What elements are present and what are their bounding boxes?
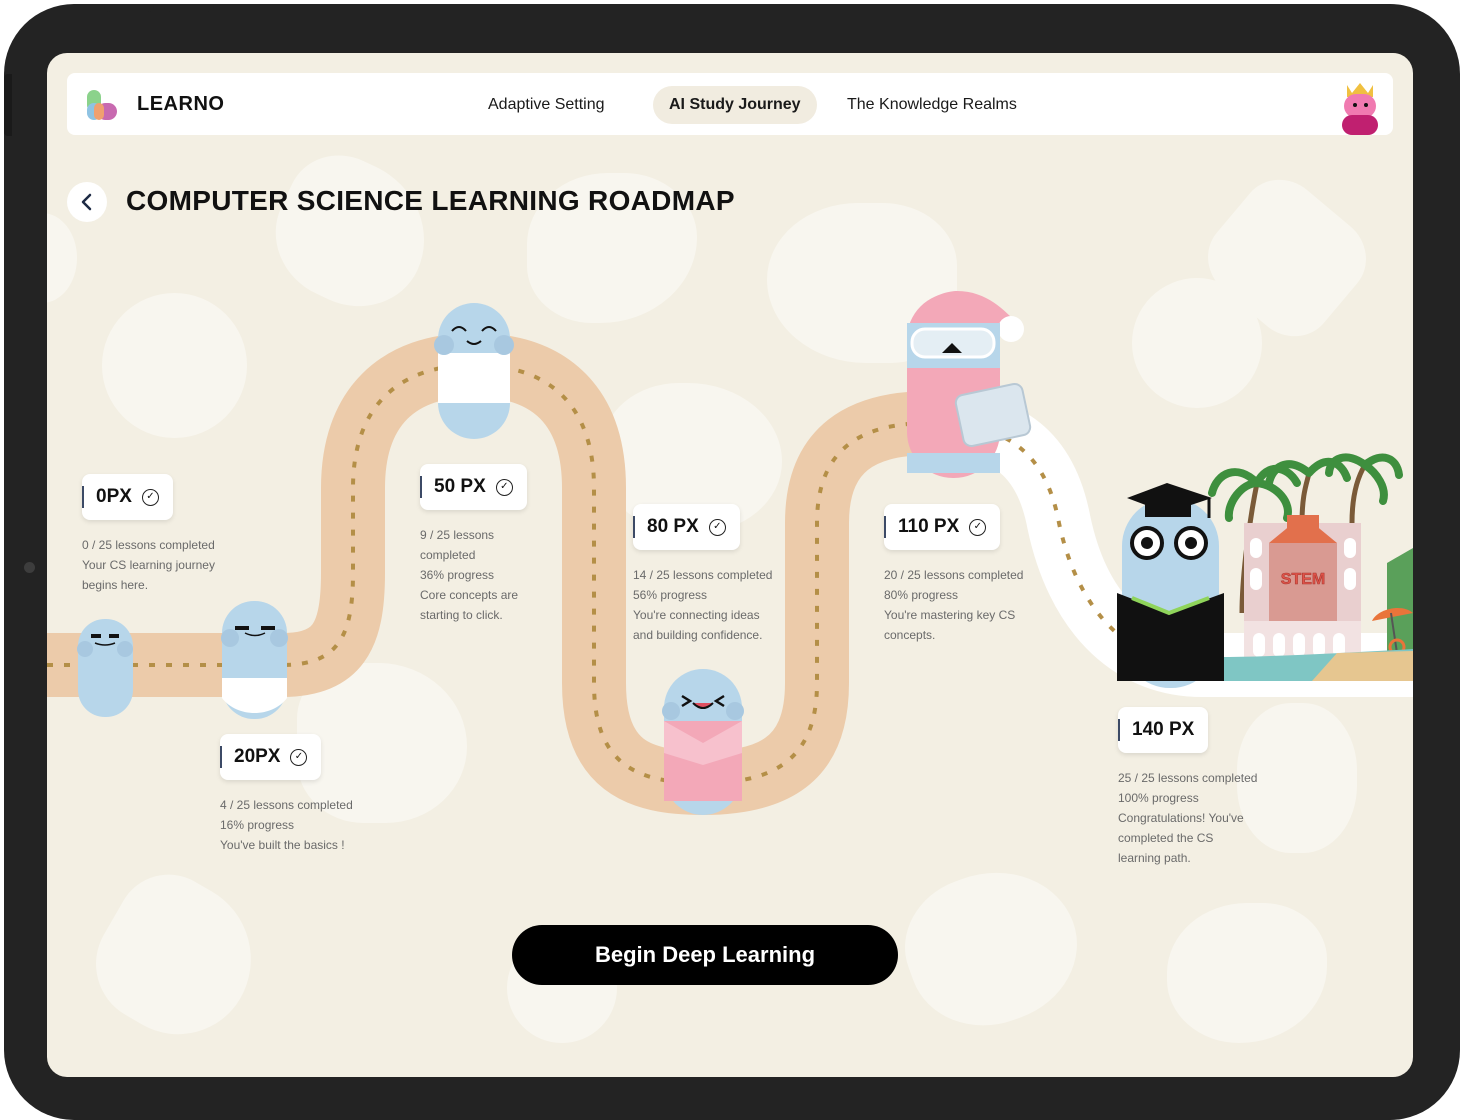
stage-description-5: 25 / 25 lessons completed 100% progress Co…: [1118, 771, 1258, 865]
camera-dot: [24, 562, 35, 573]
user-avatar[interactable]: [1339, 79, 1381, 135]
stage-description-4: 20 / 25 lessons completed 80% progress You…: [884, 568, 1024, 642]
character-stage-0: [77, 619, 133, 717]
svg-text:STEM: STEM: [1281, 571, 1325, 588]
brand-name: LEARNO: [137, 93, 225, 115]
stage-pill-2[interactable]: 50 PX ✓: [420, 464, 527, 510]
tab-knowledge-realms[interactable]: The Knowledge Realms: [831, 86, 1033, 124]
back-button[interactable]: [67, 182, 107, 222]
check-circle-icon: ✓: [495, 478, 513, 496]
side-button: [4, 74, 12, 136]
stage-description-3: 14 / 25 lessons completed 56% progress You…: [633, 568, 773, 642]
stage-label: 110 PX: [898, 516, 960, 537]
stage-marker: [633, 516, 635, 538]
check-circle-icon: ✓: [708, 518, 726, 536]
stage-pill-4[interactable]: 110 PX ✓: [884, 504, 1001, 550]
stage-label: 20PX: [234, 746, 281, 767]
learno-logo: [87, 90, 117, 120]
stage-marker: [884, 516, 886, 538]
top-navbar: LEARNO Adaptive Setting AI Study Journey…: [67, 73, 1393, 135]
stage-marker: [1118, 719, 1120, 741]
stage-label: 80 PX: [647, 516, 699, 537]
begin-deep-learning-button[interactable]: Begin Deep Learning: [512, 925, 898, 985]
frame-button: [104, 4, 154, 12]
stage-marker: [420, 476, 422, 498]
stage-pill-1[interactable]: 20PX ✓: [220, 734, 322, 780]
stage-pill-3[interactable]: 80 PX ✓: [633, 504, 740, 550]
tab-ai-study-journey[interactable]: AI Study Journey: [653, 86, 817, 124]
frame-button: [164, 4, 214, 12]
tab-adaptive-setting[interactable]: Adaptive Setting: [472, 86, 621, 124]
stage-label: 0PX: [96, 486, 132, 507]
character-stage-3: [662, 669, 744, 815]
app-screen: STEM LEARNO Adaptive Setting AI Study Jo…: [47, 53, 1413, 1077]
stage-label: 140 PX: [1132, 719, 1195, 740]
stage-pill-0[interactable]: 0PX ✓: [82, 474, 173, 520]
page-title: COMPUTER SCIENCE LEARNING ROADMAP: [126, 185, 735, 216]
check-circle-icon: ✓: [290, 748, 308, 766]
stage-description-2: 9 / 25 lessons completed 36% progress Core …: [420, 528, 519, 622]
stage-marker: [82, 486, 84, 508]
stage-label: 50 PX: [434, 476, 486, 497]
chevron-left-icon: [81, 193, 92, 211]
character-stage-1: [221, 601, 288, 719]
character-stage-5: [1117, 483, 1224, 688]
stage-description-0: 0 / 25 lessons completed Your CS learning…: [82, 538, 215, 592]
stage-description-1: 4 / 25 lessons completed 16% progress You'…: [220, 798, 353, 852]
check-circle-icon: ✓: [969, 518, 987, 536]
stage-marker: [220, 746, 222, 768]
check-circle-icon: ✓: [141, 488, 159, 506]
stage-pill-5[interactable]: 140 PX: [1118, 707, 1209, 753]
character-stage-2: [434, 303, 514, 439]
